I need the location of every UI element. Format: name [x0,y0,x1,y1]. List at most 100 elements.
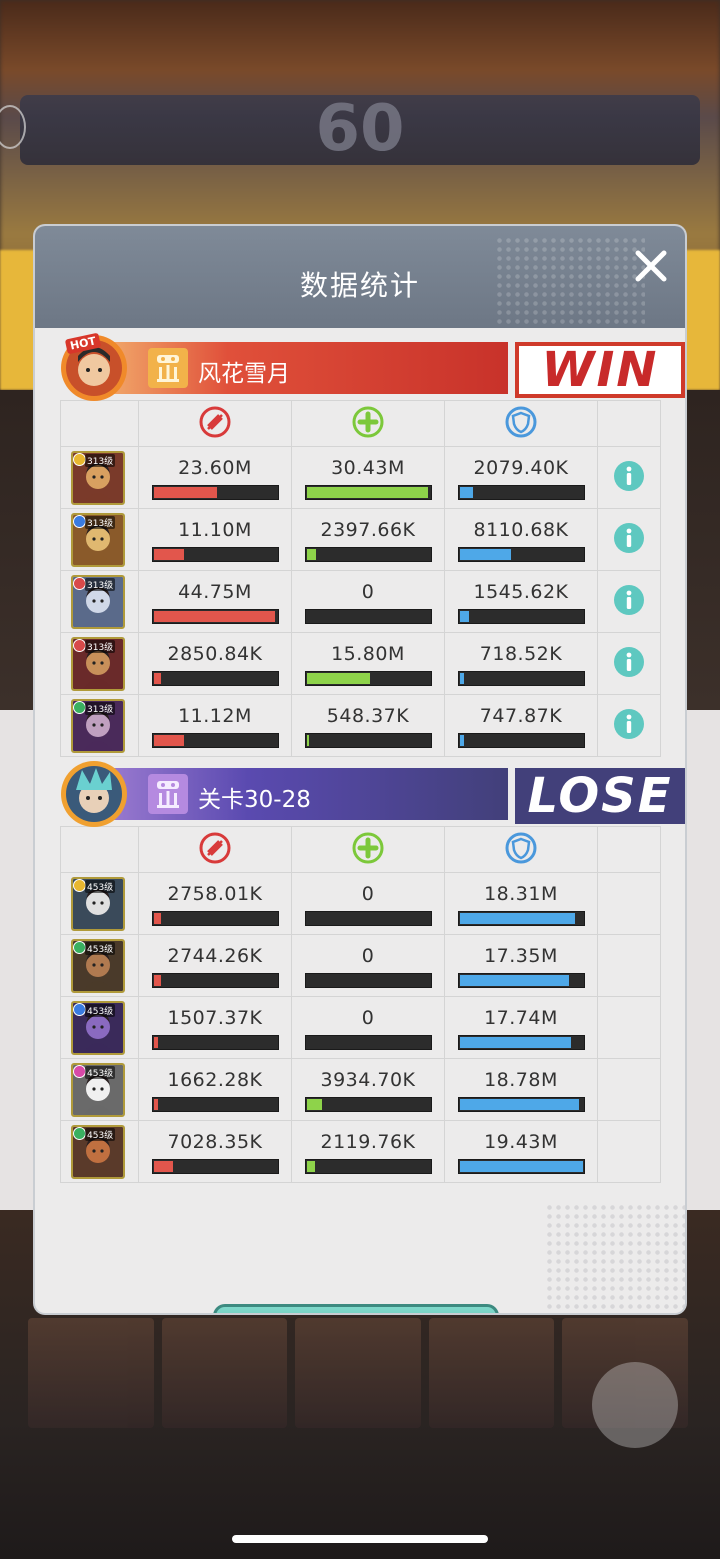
info-icon[interactable] [613,646,645,678]
play-button[interactable]: 播放 [213,1304,499,1313]
damage-bar [151,609,279,624]
hero-level: 313级 [85,640,116,653]
damage-value: 23.60M [178,457,252,479]
shield-value: 718.52K [479,643,563,665]
damage-value: 44.75M [178,581,252,603]
hero-row: 453级 1507.37K 0 17.74M [60,996,661,1059]
damage-value: 2744.26K [167,945,263,967]
damage-value: 1662.28K [167,1069,263,1091]
shield-value: 18.31M [484,883,558,905]
background-hero-cards [28,1318,688,1428]
hero-row: 453级 1662.28K 3934.70K 18.78M [60,1058,661,1121]
shield-bar-fill [459,673,465,684]
hero-portrait[interactable]: 453级 [71,1063,125,1117]
damage-bar [151,911,279,926]
shield-bar-fill [459,549,512,560]
hero-level: 453级 [85,942,116,955]
shield-bar-fill [459,487,474,498]
shield-bar [457,1097,585,1112]
shield-value: 17.35M [484,945,558,967]
shield-bar [457,911,585,926]
hero-portrait[interactable]: 453级 [71,1001,125,1055]
info-icon[interactable] [613,460,645,492]
hero-portrait[interactable]: 313级 [71,637,125,691]
damage-bar-fill [153,549,185,560]
heal-bar [304,911,432,926]
opponent-avatar[interactable] [60,760,128,828]
heal-bar [304,973,432,988]
heal-bar-fill [306,487,429,498]
heal-bar [304,1159,432,1174]
shield-bar [457,1159,585,1174]
shield-bar-fill [459,1037,572,1048]
damage-bar [151,671,279,686]
team-emblem [148,348,188,388]
damage-bar-fill [153,913,161,924]
heal-bar-fill [306,673,371,684]
info-icon[interactable] [613,522,645,554]
damage-bar [151,733,279,748]
damage-bar-fill [153,673,161,684]
hero-row: 453级 2744.26K 0 17.35M [60,934,661,997]
hero-portrait[interactable]: 313级 [71,575,125,629]
heal-value: 548.37K [326,705,410,727]
hero-portrait[interactable]: 453级 [71,939,125,993]
heal-value: 0 [361,945,375,967]
dialog-header: 数据统计 [35,226,685,328]
hero-row: 313级 23.60M 30.43M 2079.40K [60,446,661,509]
home-indicator[interactable] [232,1535,488,1543]
heal-value: 0 [361,883,375,905]
damage-value: 7028.35K [167,1131,263,1153]
team-banner-lose: 关卡30-28 LOSE [60,760,685,827]
hero-portrait[interactable]: 313级 [71,451,125,505]
shield-value: 17.74M [484,1007,558,1029]
damage-bar-fill [153,1037,159,1048]
shield-icon [505,832,537,863]
hero-level: 453级 [85,880,116,893]
shield-bar [457,1035,585,1050]
shield-bar [457,609,585,624]
damage-bar [151,485,279,500]
close-icon [635,250,667,282]
heal-bar [304,547,432,562]
stats-dialog: 数据统计 HOT 风花雪月 WIN 313级 23.60M 30.43M 207… [35,226,685,1313]
hero-portrait[interactable]: 313级 [71,699,125,753]
shield-value: 8110.68K [473,519,569,541]
hero-level: 313级 [85,454,116,467]
damage-bar-fill [153,735,185,746]
hero-row: 313级 11.12M 548.37K 747.87K [60,694,661,757]
hero-level: 313级 [85,702,116,715]
shield-value: 18.78M [484,1069,558,1091]
decorative-dots [545,1203,685,1313]
heal-bar [304,1097,432,1112]
shield-value: 1545.62K [473,581,569,603]
heal-bar-fill [306,1099,323,1110]
heal-value: 2397.66K [320,519,416,541]
hero-level: 453级 [85,1066,116,1079]
damage-value: 2850.84K [167,643,263,665]
shield-icon [505,406,537,437]
damage-value: 11.10M [178,519,252,541]
info-icon[interactable] [613,708,645,740]
close-button[interactable] [629,244,673,288]
hero-level: 453级 [85,1128,116,1141]
team-name: 关卡30-28 [198,787,311,813]
heal-bar [304,733,432,748]
team-banner-win: HOT 风花雪月 WIN [60,332,685,401]
hero-portrait[interactable]: 313级 [71,513,125,567]
hero-portrait[interactable]: 453级 [71,1125,125,1179]
damage-bar-fill [153,611,276,622]
hero-portrait[interactable]: 453级 [71,877,125,931]
info-icon[interactable] [613,584,645,616]
shield-bar-fill [459,611,470,622]
hero-level: 313级 [85,516,116,529]
damage-value: 2758.01K [167,883,263,905]
shield-bar-fill [459,1099,579,1110]
team-emblem [148,774,188,814]
shield-bar [457,485,585,500]
dialog-title: 数据统计 [299,269,420,302]
heal-value: 0 [361,1007,375,1029]
damage-bar-fill [153,1161,174,1172]
heal-value: 0 [361,581,375,603]
stat-icon-row [60,400,661,447]
